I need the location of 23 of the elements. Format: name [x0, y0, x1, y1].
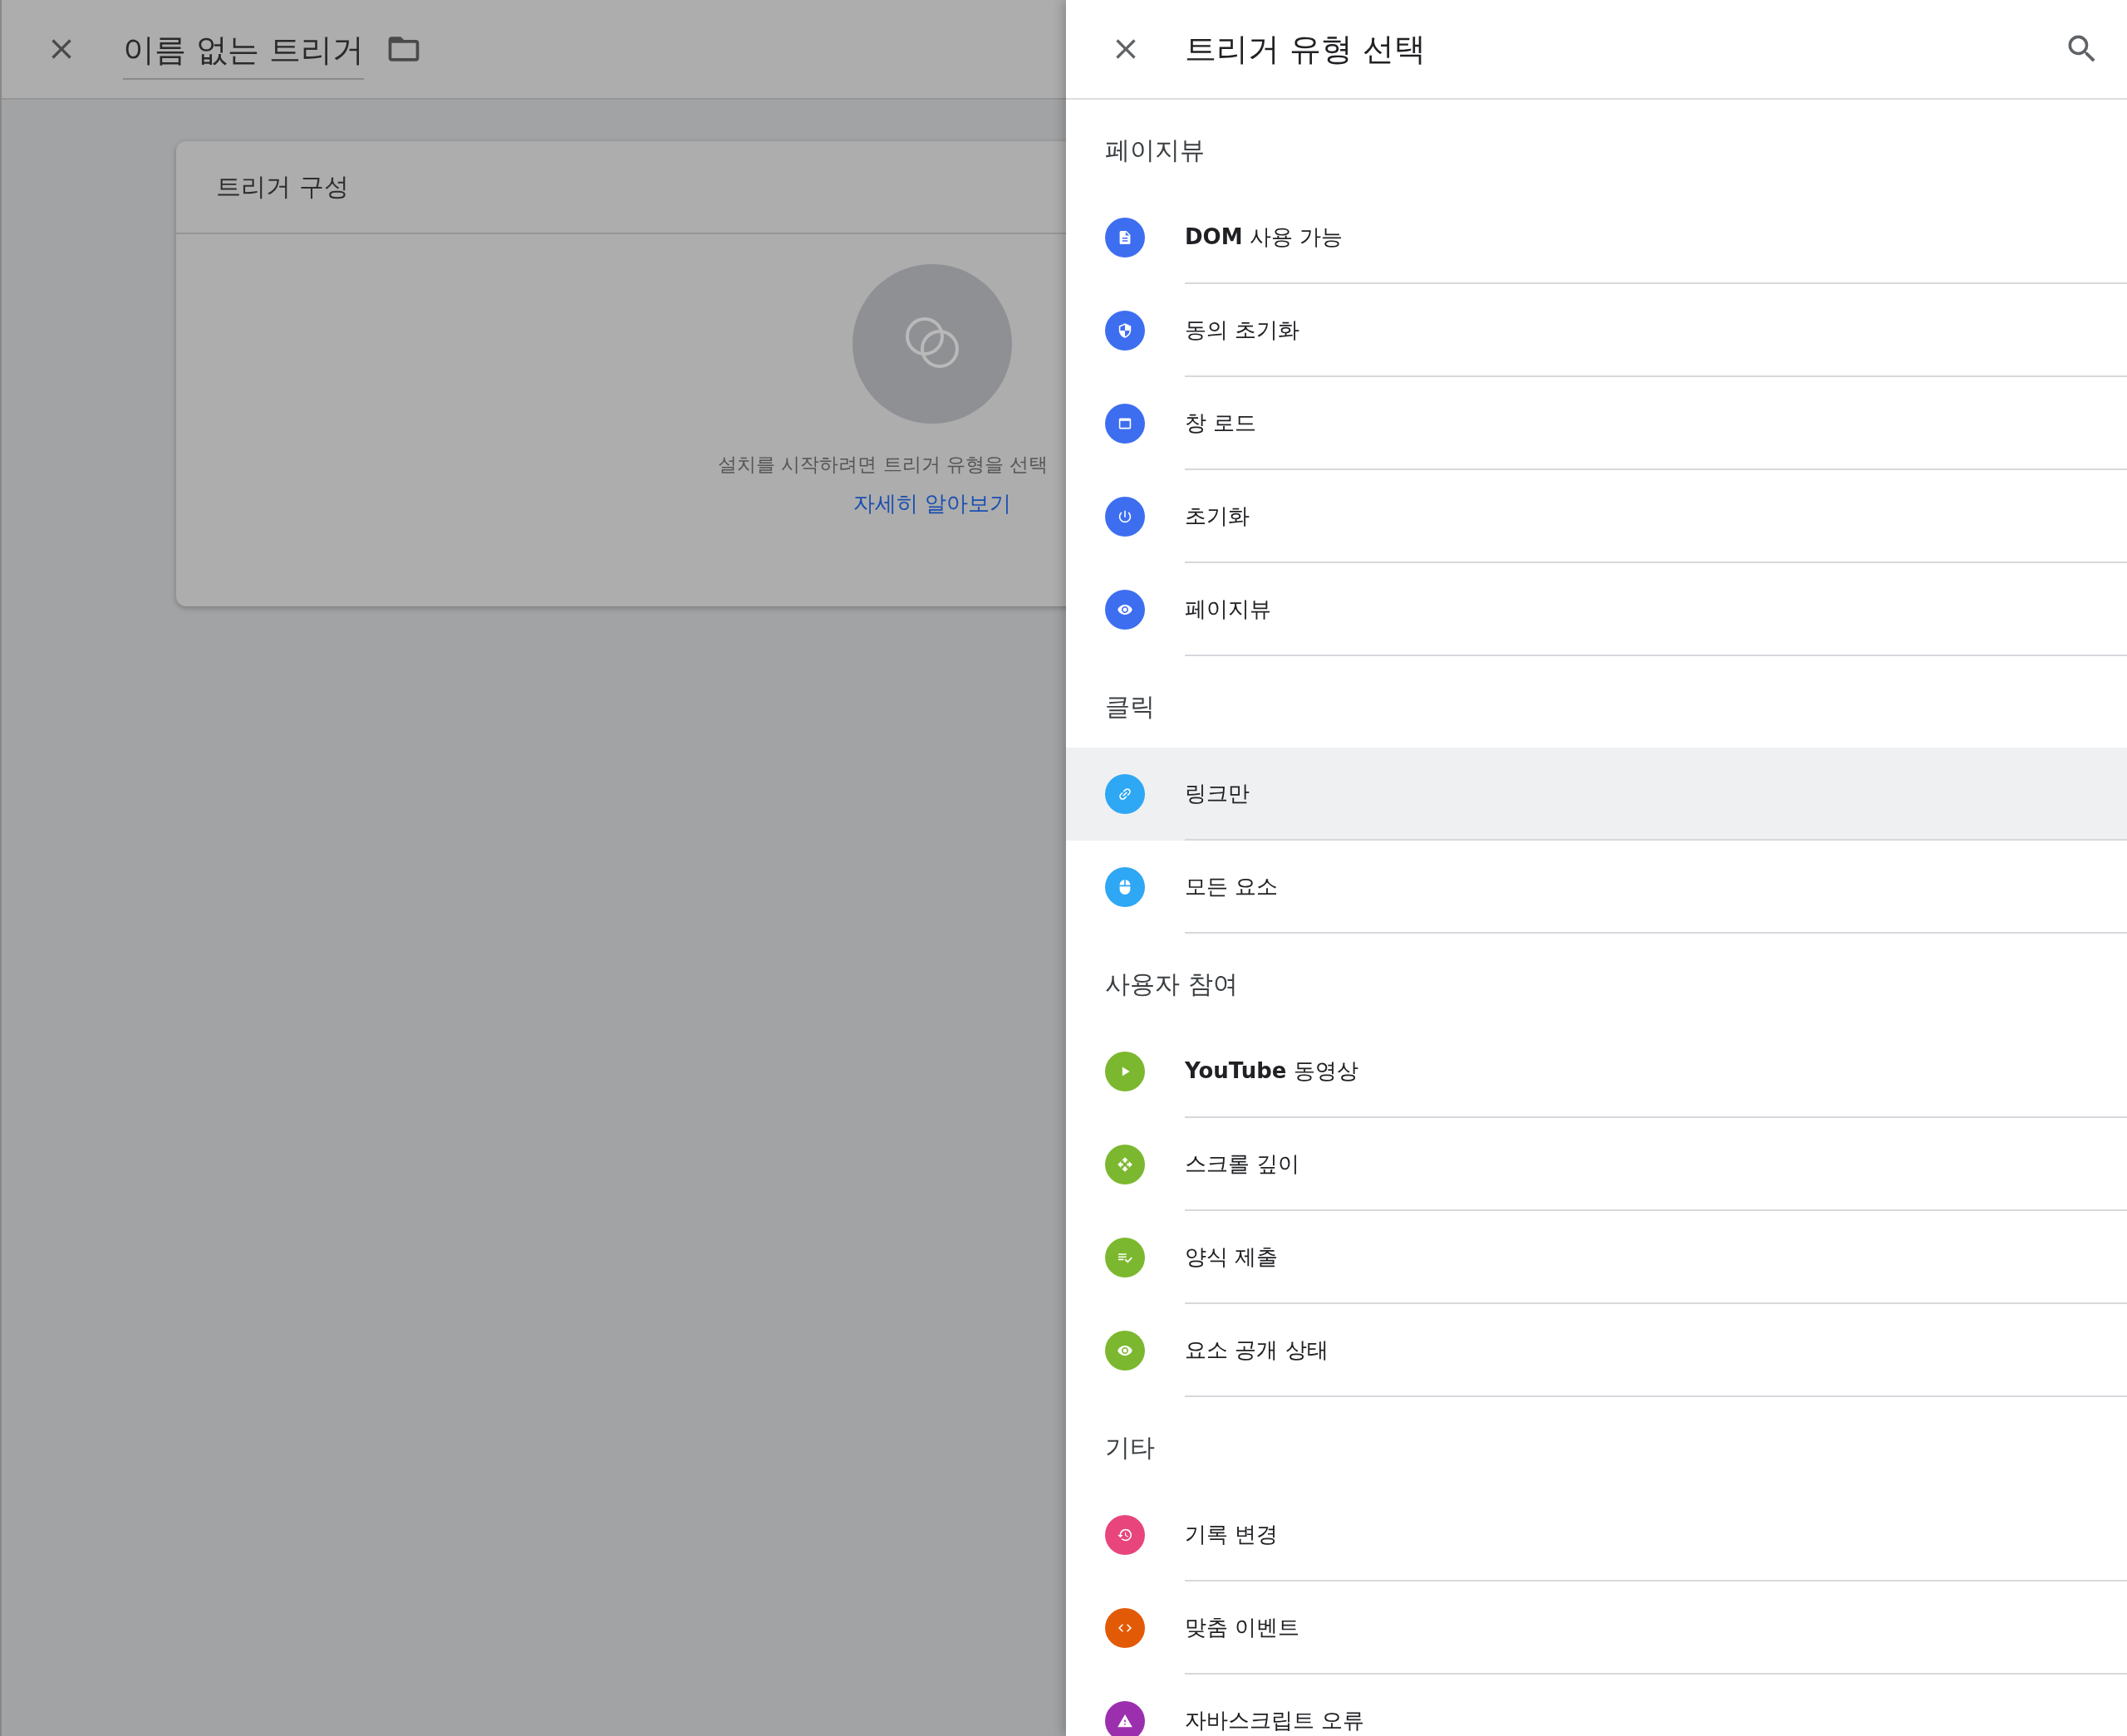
panel-title: 트리거 유형 선택 [1185, 29, 1427, 69]
section-heading: 클릭 [1105, 691, 1155, 723]
section-heading: 사용자 참여 [1105, 969, 1238, 1000]
overlapping-circles-icon [852, 264, 1012, 424]
trigger-type-item[interactable]: 스크롤 깊이 [1066, 1118, 2127, 1211]
section-heading: 페이지뷰 [1105, 135, 1205, 166]
trigger-type-item[interactable]: 페이지뷰 [1066, 563, 2127, 656]
trigger-name-field[interactable]: 이름 없는 트리거 [123, 28, 365, 80]
trigger-type-item[interactable]: 모든 요소 [1066, 841, 2127, 934]
trigger-type-item[interactable]: 기록 변경 [1066, 1488, 2127, 1582]
trigger-type-item[interactable]: 맞춤 이벤트 [1066, 1582, 2127, 1675]
trigger-type-item[interactable]: 창 로드 [1066, 377, 2127, 470]
hint-text: 설치를 시작하려면 트리거 유형을 선택 [718, 453, 1049, 477]
trigger-type-item[interactable]: 링크만 [1066, 748, 2127, 841]
trigger-type-item[interactable]: DOM 사용 가능 [1066, 191, 2127, 284]
card-title: 트리거 구성 [216, 170, 349, 203]
section-heading: 기타 [1105, 1432, 1155, 1464]
trigger-type-item[interactable]: 요소 공개 상태 [1066, 1304, 2127, 1397]
trigger-type-item[interactable]: 초기화 [1066, 470, 2127, 563]
trigger-type-item[interactable]: 동의 초기화 [1066, 284, 2127, 377]
trigger-type-item[interactable]: 자바스크립트 오류 [1066, 1675, 2127, 1736]
trigger-type-item[interactable]: YouTube 동영상 [1066, 1025, 2127, 1118]
trigger-type-item[interactable]: 양식 제출 [1066, 1211, 2127, 1304]
